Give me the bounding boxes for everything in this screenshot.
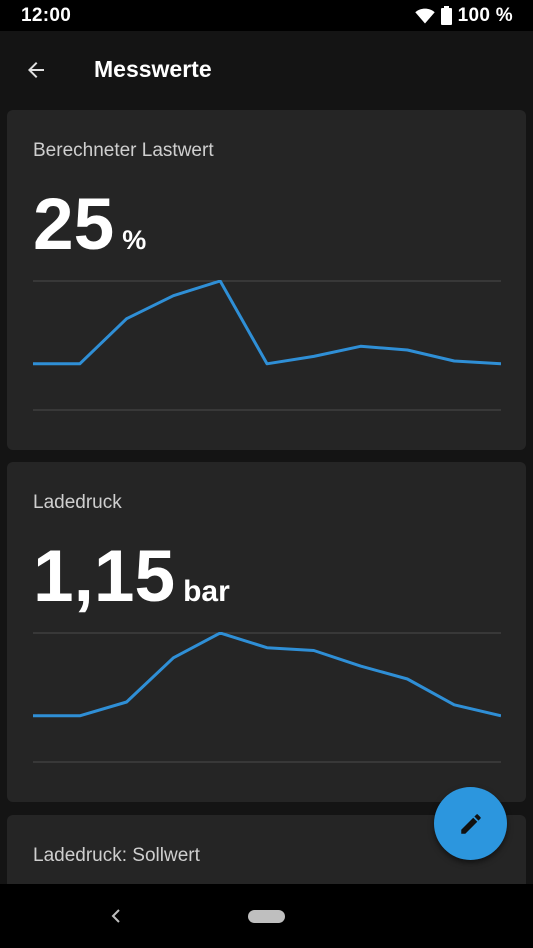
boost-chart: [33, 632, 501, 763]
back-button[interactable]: [0, 31, 72, 108]
measurement-card-boost[interactable]: Ladedruck 1,15 bar: [7, 462, 526, 802]
wifi-icon: [414, 8, 435, 23]
nav-back-icon: [111, 909, 120, 923]
card-label: Berechneter Lastwert: [33, 140, 214, 161]
load-chart: [33, 280, 501, 411]
value-number: 25: [33, 184, 115, 265]
system-nav-bar: [0, 884, 533, 948]
series-line: [33, 280, 501, 366]
card-label: Ladedruck: Sollwert: [33, 845, 200, 866]
card-value: 25 %: [33, 188, 146, 261]
battery-percent: 100 %: [457, 4, 513, 26]
series-line: [33, 632, 501, 718]
app-bar: Messwerte: [0, 31, 533, 108]
value-number: 1,15: [33, 536, 176, 617]
card-label: Ladedruck: [33, 492, 122, 513]
battery-icon: [440, 6, 452, 25]
value-unit: %: [122, 225, 147, 255]
page-title: Messwerte: [94, 56, 212, 82]
card-value: 1,15 bar: [33, 540, 230, 613]
status-icons: 100 %: [414, 4, 513, 27]
measurements-list[interactable]: Berechneter Lastwert 25 % Ladedruck 1,15…: [0, 108, 533, 884]
home-pill-icon[interactable]: [248, 910, 285, 923]
pencil-icon: [460, 813, 481, 834]
value-unit: bar: [183, 575, 230, 608]
edit-button[interactable]: [434, 787, 507, 860]
status-time: 12:00: [21, 4, 72, 26]
arrow-back-icon: [28, 61, 44, 78]
status-bar: 12:00 100 %: [0, 0, 533, 31]
nav-back-button[interactable]: [104, 904, 128, 928]
measurement-card-load[interactable]: Berechneter Lastwert 25 %: [7, 110, 526, 450]
